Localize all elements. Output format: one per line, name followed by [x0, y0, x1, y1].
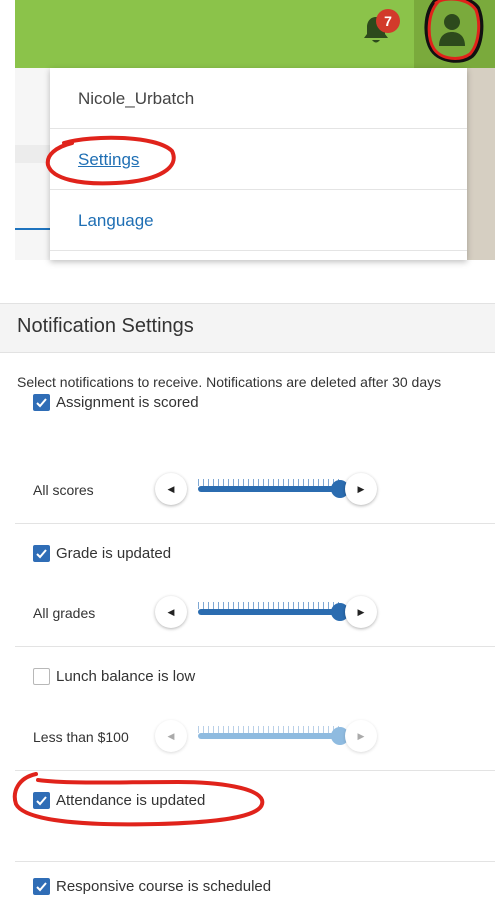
- checkbox-label: Lunch balance is low: [56, 667, 196, 685]
- slider-ticks: [198, 726, 340, 733]
- settings-description: Select notifications to receive. Notific…: [17, 374, 442, 390]
- divider: [15, 646, 495, 647]
- menu-item-username: Nicole_Urbatch: [50, 69, 467, 129]
- menu-item-language[interactable]: Language: [50, 191, 467, 251]
- checkbox-row-grade-updated[interactable]: Grade is updated: [33, 543, 171, 563]
- checkbox[interactable]: [33, 877, 50, 895]
- background-tab-underline: [15, 228, 50, 230]
- annotation-circle-user: [424, 0, 484, 63]
- background-page-right: [467, 68, 495, 260]
- checkbox-row-responsive-course[interactable]: Responsive course is scheduled: [33, 876, 271, 896]
- slider-decrease-button[interactable]: ◀: [155, 473, 187, 505]
- check-icon: [36, 397, 47, 407]
- level-slider[interactable]: ◀ ▶: [155, 473, 377, 505]
- checkbox[interactable]: [33, 393, 50, 411]
- notification-count-badge: 7: [376, 9, 400, 33]
- slider-ticks: [198, 602, 340, 609]
- annotation-circle-settings: [45, 135, 176, 186]
- slider-fill: [198, 609, 340, 615]
- checkbox-label: Grade is updated: [56, 544, 172, 562]
- slider-ticks: [198, 479, 340, 486]
- check-icon: [36, 881, 47, 891]
- level-label: All scores: [33, 482, 94, 498]
- slider-increase-button[interactable]: ▶: [345, 596, 377, 628]
- checkbox-label: Assignment is scored: [56, 393, 199, 411]
- slider-track[interactable]: [198, 727, 349, 745]
- level-label: Less than $100: [33, 729, 129, 745]
- slider-fill: [198, 486, 340, 492]
- checkbox-row-lunch-balance[interactable]: Lunch balance is low: [33, 666, 195, 686]
- level-slider[interactable]: ◀ ▶: [155, 720, 377, 752]
- checkbox[interactable]: [33, 544, 50, 562]
- checkbox-row-assignment-scored[interactable]: Assignment is scored: [33, 392, 199, 412]
- slider-increase-button[interactable]: ▶: [345, 473, 377, 505]
- annotation-circle-attendance: [12, 772, 265, 827]
- check-icon: [36, 548, 47, 558]
- checkbox-label: Responsive course is scheduled: [56, 877, 272, 895]
- level-slider[interactable]: ◀ ▶: [155, 596, 377, 628]
- divider: [15, 523, 495, 524]
- slider-track[interactable]: [198, 603, 349, 621]
- slider-decrease-button[interactable]: ◀: [155, 720, 187, 752]
- divider: [15, 861, 495, 862]
- slider-decrease-button[interactable]: ◀: [155, 596, 187, 628]
- level-label: All grades: [33, 605, 96, 621]
- slider-fill: [198, 733, 340, 739]
- page-title: Notification Settings: [17, 315, 194, 337]
- slider-increase-button[interactable]: ▶: [345, 720, 377, 752]
- checkbox[interactable]: [33, 667, 50, 685]
- slider-track[interactable]: [198, 480, 349, 498]
